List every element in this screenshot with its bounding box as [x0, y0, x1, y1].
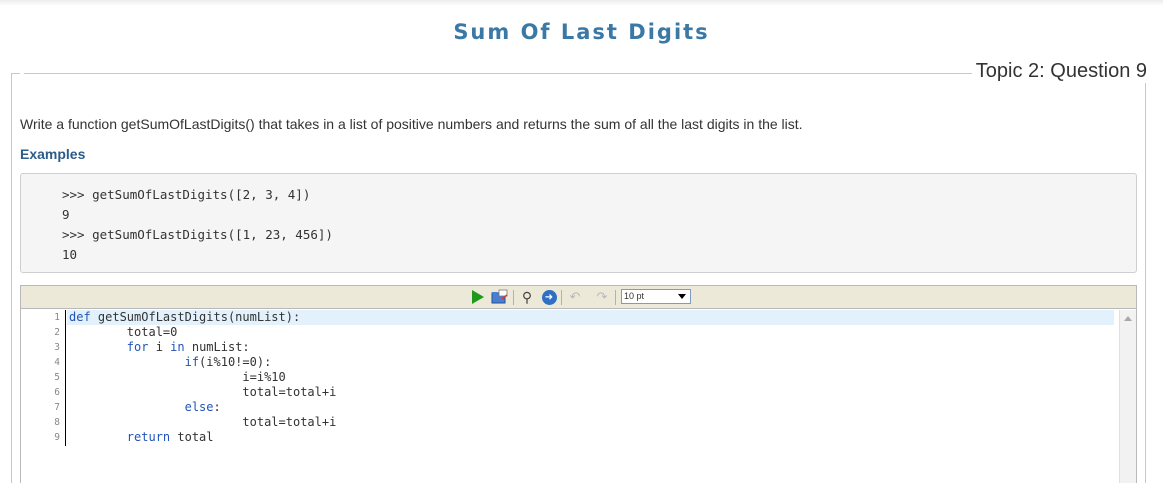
- goto-line-button[interactable]: ➜: [540, 289, 558, 305]
- code-line[interactable]: if(i%10!=0):: [67, 355, 1114, 370]
- font-size-select[interactable]: 10 pt: [621, 289, 691, 304]
- line-number: 3: [54, 342, 60, 353]
- page-title: Sum Of Last Digits: [453, 20, 710, 44]
- example-line: 9: [62, 207, 70, 222]
- redo-icon: ↷: [596, 289, 608, 304]
- code-line[interactable]: return total: [67, 430, 1114, 445]
- examples-heading: Examples: [20, 146, 86, 162]
- scroll-up-icon[interactable]: [1124, 316, 1132, 321]
- line-number: 2: [54, 327, 60, 338]
- code-line[interactable]: for i in numList:: [67, 340, 1114, 355]
- topic-label: Topic 2: Question 9: [971, 60, 1151, 83]
- code-line[interactable]: total=total+i: [67, 415, 1114, 430]
- line-number-gutter: 1 2 3 4 5 6 7 8 9: [21, 310, 66, 446]
- search-button[interactable]: ⚲: [518, 289, 536, 305]
- example-line: 10: [62, 247, 78, 262]
- font-size-value: 10 pt: [624, 291, 645, 301]
- code-line[interactable]: def getSumOfLastDigits(numList):: [67, 310, 1114, 325]
- code-content[interactable]: def getSumOfLastDigits(numList): total=0…: [67, 310, 1114, 445]
- example-line: >>> getSumOfLastDigits([2, 3, 4]): [62, 187, 311, 202]
- line-number: 1: [54, 312, 60, 323]
- goto-line-icon: ➜: [541, 289, 557, 305]
- code-area[interactable]: 1 2 3 4 5 6 7 8 9 def getSumOfLastDigits…: [21, 310, 1121, 483]
- line-number: 4: [54, 357, 60, 368]
- open-button[interactable]: [491, 289, 509, 305]
- code-line[interactable]: total=0: [67, 325, 1114, 340]
- code-line[interactable]: total=total+i: [67, 385, 1114, 400]
- code-line[interactable]: else:: [67, 400, 1114, 415]
- code-line[interactable]: i=i%10: [67, 370, 1114, 385]
- top-shadow: [0, 0, 1163, 6]
- vertical-scrollbar[interactable]: [1119, 310, 1136, 483]
- open-folder-icon: [491, 289, 508, 304]
- undo-icon: ↶: [569, 289, 581, 304]
- line-number: 8: [54, 417, 60, 428]
- question-description: Write a function getSumOfLastDigits() th…: [20, 116, 803, 132]
- run-button[interactable]: [469, 289, 487, 305]
- line-number: 7: [54, 402, 60, 413]
- code-editor[interactable]: ⚲ ➜ ↶ ↷ 10 pt 1 2 3 4 5 6 7 8 9 def getS…: [20, 285, 1137, 483]
- line-number: 9: [54, 432, 60, 443]
- editor-toolbar: ⚲ ➜ ↶ ↷ 10 pt: [21, 286, 1136, 309]
- undo-button[interactable]: ↶: [566, 289, 584, 305]
- line-number: 6: [54, 387, 60, 398]
- examples-box: >>> getSumOfLastDigits([2, 3, 4]) 9 >>> …: [20, 173, 1137, 273]
- play-icon: [472, 290, 484, 304]
- line-number: 5: [54, 372, 60, 383]
- redo-button[interactable]: ↷: [593, 289, 611, 305]
- chevron-down-icon: [678, 294, 686, 299]
- binoculars-icon: ⚲: [521, 288, 533, 305]
- example-line: >>> getSumOfLastDigits([1, 23, 456]): [62, 227, 333, 242]
